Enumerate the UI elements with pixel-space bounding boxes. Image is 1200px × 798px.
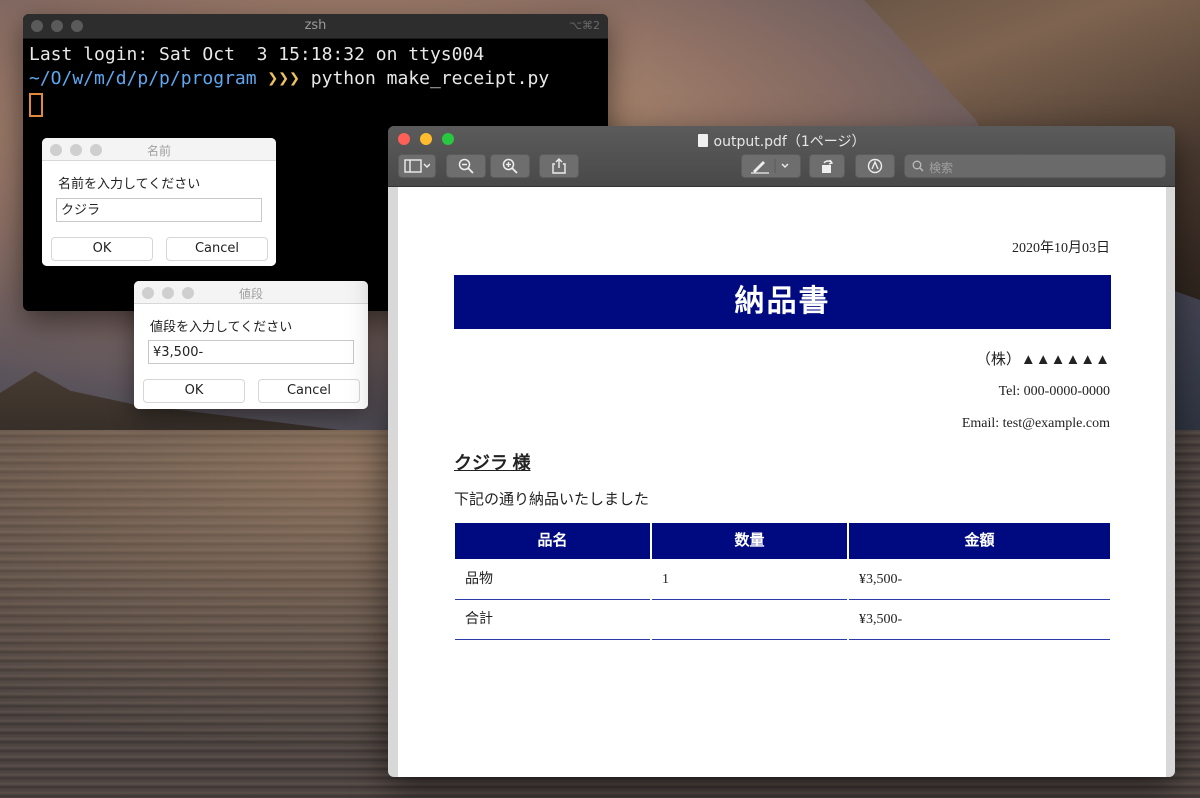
search-field[interactable]: 検索 [904,154,1166,178]
dialog-title: 名前 [146,144,171,158]
window-title-text: output.pdf（1ページ） [713,134,866,150]
prompt-path: ~/O/w/m/d/p/p/program [29,68,257,89]
share-button[interactable] [539,154,579,178]
company-email: Email: test@example.com [961,416,1110,431]
window-title: output.pdf（1ページ） [388,131,1175,151]
rotate-button[interactable] [809,154,845,178]
cancel-button[interactable]: Cancel [258,379,360,403]
customer-name: クジラ 様 [454,453,531,473]
command-line: ~/O/w/m/d/p/p/program ❯❯❯ python make_re… [29,67,602,91]
share-icon [552,158,566,174]
document-viewport[interactable]: 2020年10月03日 納品書 （株）▲▲▲▲▲▲ Tel: 000-0000-… [388,187,1175,777]
company-tel: Tel: 000-0000-0000 [998,384,1110,399]
pdf-page: 2020年10月03日 納品書 （株）▲▲▲▲▲▲ Tel: 000-0000-… [398,187,1166,777]
table-cell: ¥3,500- [849,560,1110,600]
pen-icon [751,159,789,174]
table-header: 金額 [849,523,1110,559]
annotate-button[interactable] [855,154,895,178]
zoom-out-button[interactable] [446,154,486,178]
search-icon [912,160,924,172]
pdf-file-icon [697,134,708,147]
table-cell: 品物 [455,560,650,600]
dialog-titlebar[interactable]: 名前 [42,138,276,161]
document-heading: 納品書 [454,275,1111,329]
terminal-cursor [29,93,43,117]
company-name: （株）▲▲▲▲▲▲ [975,352,1110,368]
preview-toolbar[interactable]: output.pdf（1ページ） 検索 [388,126,1175,187]
table-cell: ¥3,500- [849,600,1110,640]
login-line: Last login: Sat Oct 3 15:18:32 on ttys00… [29,44,485,65]
rotate-icon [822,159,834,173]
zoom-in-button[interactable] [490,154,530,178]
price-input[interactable]: ¥3,500- [148,340,354,364]
table-cell: 合計 [455,600,650,640]
terminal-shortcut: ⌥⌘2 [569,19,600,32]
dialog-title: 値段 [238,287,263,301]
zoom-out-icon [458,158,474,174]
ok-button[interactable]: OK [143,379,245,403]
markup-pen-button[interactable] [741,154,801,178]
delivery-message: 下記の通り納品いたしました [454,492,650,508]
preview-window[interactable]: output.pdf（1ページ） 検索 2020年10月03日 納品書 （株）▲… [388,126,1175,777]
cancel-button[interactable]: Cancel [166,237,268,261]
table-header: 数量 [652,523,847,559]
document-date: 2020年10月03日 [1012,241,1110,256]
name-input[interactable]: クジラ [56,198,262,222]
markup-icon [867,158,883,174]
command-text: python make_receipt.py [310,68,550,89]
table-header: 品名 [455,523,650,559]
sidebar-toggle-button[interactable] [398,154,436,178]
sidebar-icon [404,159,430,173]
search-placeholder: 検索 [929,161,954,175]
dialog-prompt: 値段を入力してください [150,320,293,335]
ok-button[interactable]: OK [51,237,153,261]
terminal-title: zsh [304,18,327,33]
terminal-titlebar[interactable]: zsh ⌥⌘2 [23,14,608,39]
terminal-output[interactable]: Last login: Sat Oct 3 15:18:32 on ttys00… [23,39,608,128]
prompt-arrows: ❯❯❯ [267,68,300,89]
name-dialog[interactable]: 名前 名前を入力してください クジラ OK Cancel [42,138,276,266]
zoom-in-icon [502,158,518,174]
dialog-prompt: 名前を入力してください [58,177,201,192]
table-cell: 1 [652,560,847,600]
table-cell [652,600,847,640]
dialog-titlebar[interactable]: 値段 [134,281,368,304]
price-dialog[interactable]: 値段 値段を入力してください ¥3,500- OK Cancel [134,281,368,409]
